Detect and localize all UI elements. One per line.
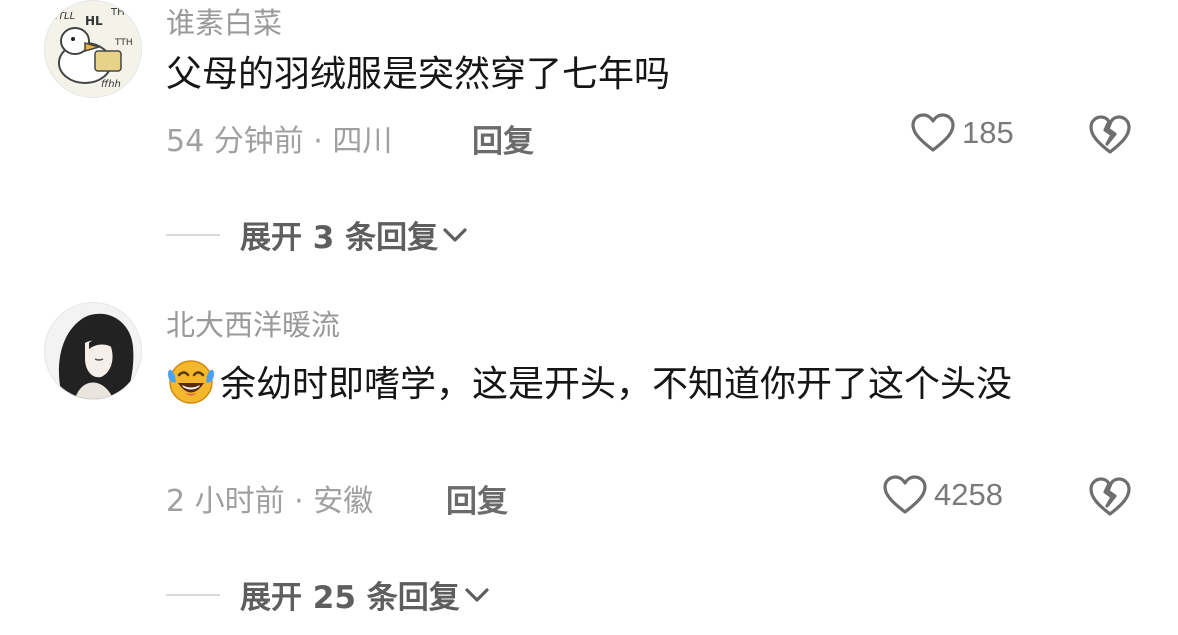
like-count: 185 [962,115,1014,150]
heart-outline-icon [911,113,955,152]
svg-text:ffhh: ffhh [101,79,121,90]
expand-replies-label: 展开 25 条回复 [240,580,460,616]
comment-text: 父母的羽绒服是突然穿了七年吗 [166,54,671,95]
dislike-button[interactable] [1088,114,1132,156]
comment-text: 余幼时即嗜学，这是开头，不知道你开了这个头没 [166,356,1126,414]
divider-line [166,593,220,596]
dislike-button[interactable] [1088,476,1132,518]
comment-meta: 2 小时前 · 安徽 [166,484,374,519]
divider-line [166,233,220,236]
avatar[interactable] [44,302,142,400]
svg-text:HL: HL [85,14,103,28]
svg-text:TTH: TTH [114,38,133,48]
comment-text-content: 余幼时即嗜学，这是开头，不知道你开了这个头没 [220,364,1013,405]
like-button[interactable]: 185 [910,112,1014,154]
reply-button[interactable]: 回复 [472,116,534,161]
broken-heart-icon [1089,477,1131,516]
avatar[interactable]: ITLL HL TH TTH ffhh [44,0,142,98]
expand-replies[interactable]: 展开 3 条回复 [166,212,470,257]
svg-text:ITLL: ITLL [55,11,75,22]
reply-button[interactable]: 回复 [446,476,508,521]
expand-replies[interactable]: 展开 25 条回复 [166,572,492,617]
like-count: 4258 [934,477,1003,512]
chevron-down-icon [443,227,467,242]
like-button[interactable]: 4258 [882,474,1003,516]
svg-text:TH: TH [110,7,125,18]
chevron-down-icon [465,587,489,602]
username[interactable]: 谁素白菜 [166,0,282,42]
comment-meta: 54 分钟前 · 四川 [166,124,393,159]
username[interactable]: 北大西洋暖流 [166,302,340,344]
avatar-duck-image: ITLL HL TH TTH ffhh [45,1,141,97]
laughing-crying-emoji [168,360,214,404]
broken-heart-icon [1089,115,1131,154]
heart-outline-icon [883,475,927,514]
expand-replies-label: 展开 3 条回复 [240,220,439,256]
avatar-girl-image [45,303,141,399]
